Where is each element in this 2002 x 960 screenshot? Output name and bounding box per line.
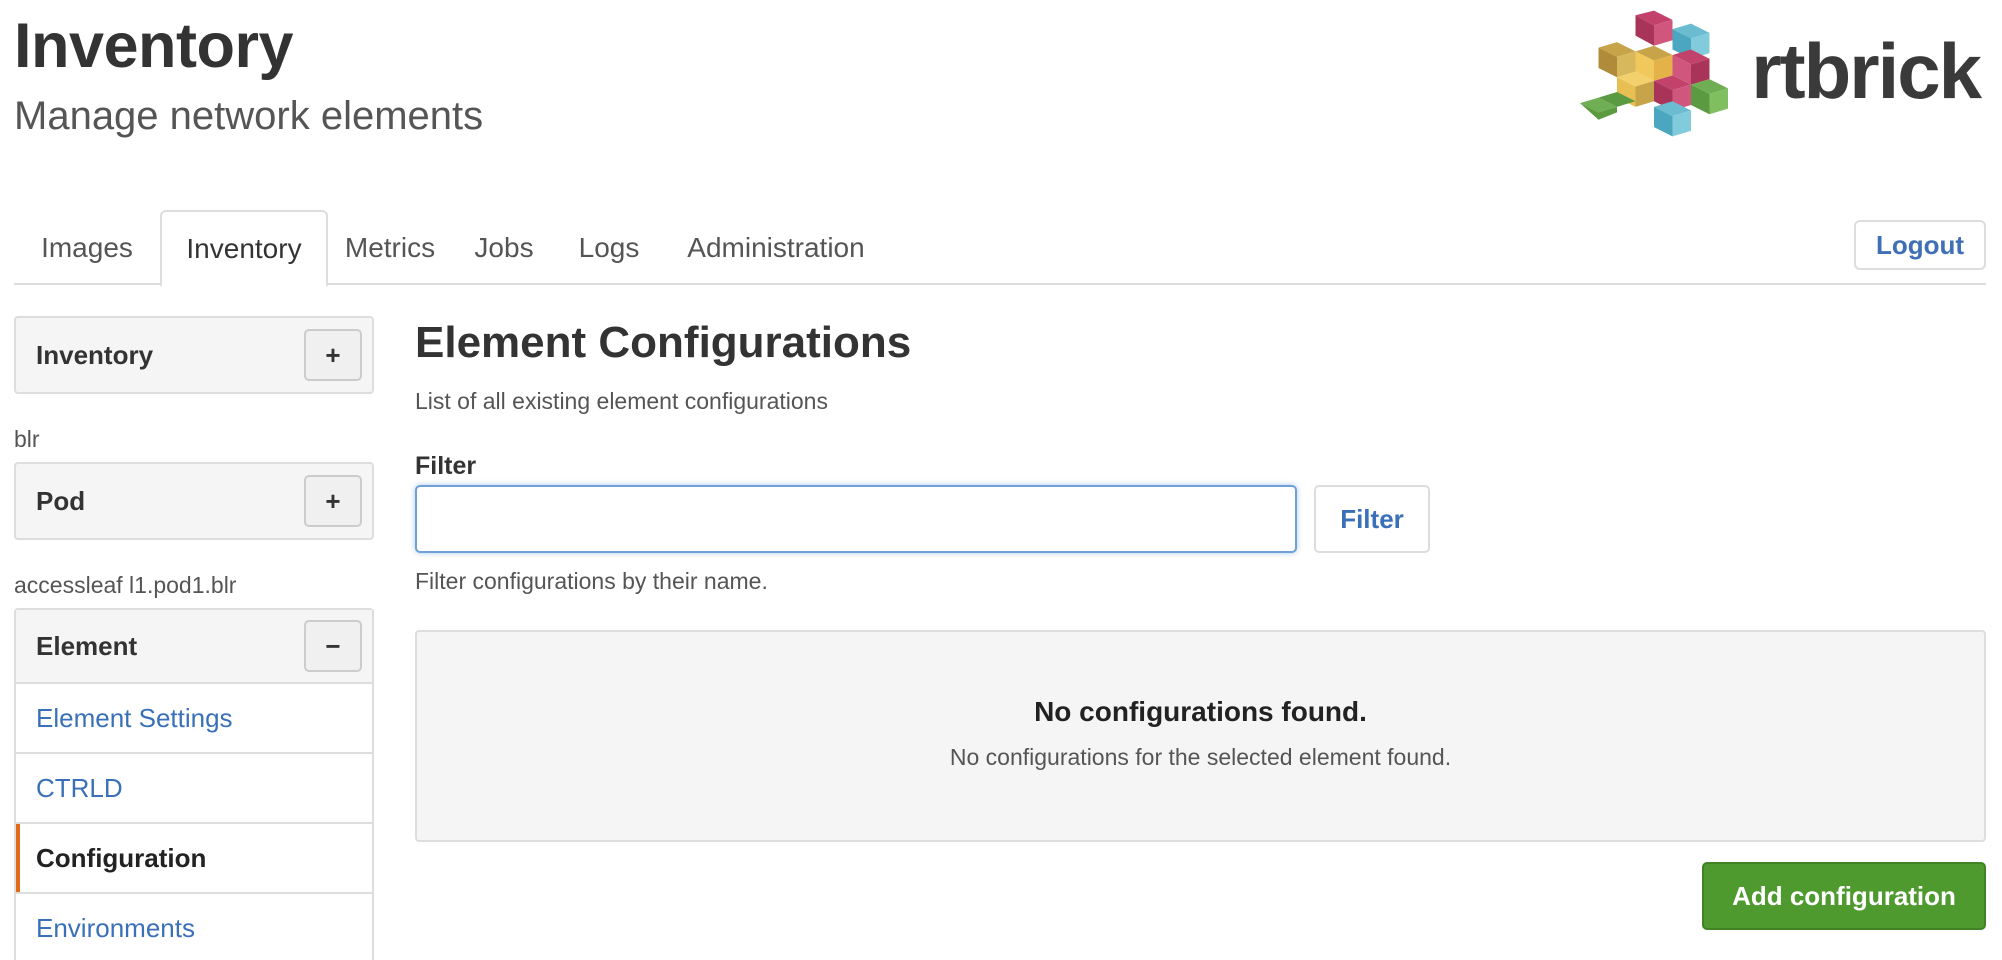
logout-button[interactable]: Logout — [1854, 220, 1986, 270]
tab-logs[interactable]: Logs — [556, 210, 662, 285]
main-nav: Images Inventory Metrics Jobs Logs Admin… — [14, 210, 1986, 287]
add-inventory-button[interactable]: + — [304, 329, 362, 381]
add-configuration-button[interactable]: Add configuration — [1702, 862, 1986, 930]
section-description: List of all existing element configurati… — [415, 388, 828, 414]
rtbrick-logo: rtbrick — [1580, 5, 1982, 155]
page-title: Inventory — [14, 11, 294, 81]
filter-label: Filter — [415, 452, 477, 480]
add-pod-button[interactable]: + — [304, 475, 362, 527]
section-title: Element Configurations — [415, 318, 912, 367]
sidebar-item-configuration[interactable]: Configuration — [16, 824, 372, 894]
tab-inventory[interactable]: Inventory — [160, 210, 328, 287]
empty-state-title: No configurations found. — [1034, 696, 1367, 727]
filter-button[interactable]: Filter — [1314, 485, 1430, 553]
empty-state: No configurations found. No configuratio… — [415, 630, 1986, 842]
filter-input[interactable] — [415, 485, 1297, 553]
tab-administration[interactable]: Administration — [662, 210, 890, 285]
inventory-panel: Inventory + — [14, 316, 374, 394]
empty-state-description: No configurations for the selected eleme… — [949, 744, 1452, 770]
logo-text: rtbrick — [1751, 26, 1982, 115]
collapse-element-button[interactable]: − — [304, 620, 362, 672]
pod-breadcrumb: blr — [14, 426, 40, 452]
inventory-panel-title: Inventory — [36, 339, 154, 370]
filter-help-text: Filter configurations by their name. — [415, 568, 768, 594]
tab-images[interactable]: Images — [14, 210, 160, 285]
pod-panel-title: Pod — [36, 485, 86, 516]
inventory-panel-header: Inventory + — [16, 318, 372, 392]
sidebar-item-element-settings[interactable]: Element Settings — [16, 684, 372, 754]
tab-metrics[interactable]: Metrics — [328, 210, 452, 285]
sidebar-item-environments[interactable]: Environments — [16, 894, 372, 960]
page-subtitle: Manage network elements — [14, 94, 484, 138]
sidebar-item-ctrld[interactable]: CTRLD — [16, 754, 372, 824]
pod-panel: Pod + — [14, 462, 374, 540]
pod-panel-header: Pod + — [16, 464, 372, 538]
element-panel: Element − Element Settings CTRLD Configu… — [14, 608, 374, 960]
page: Inventory Manage network elements rtbric… — [0, 0, 2002, 960]
rtbrick-cubes-logo-icon — [1580, 10, 1728, 137]
element-panel-title: Element — [36, 630, 138, 661]
tab-jobs[interactable]: Jobs — [452, 210, 556, 285]
element-panel-header: Element − — [16, 610, 372, 684]
element-breadcrumb: accessleaf l1.pod1.blr — [14, 572, 237, 598]
